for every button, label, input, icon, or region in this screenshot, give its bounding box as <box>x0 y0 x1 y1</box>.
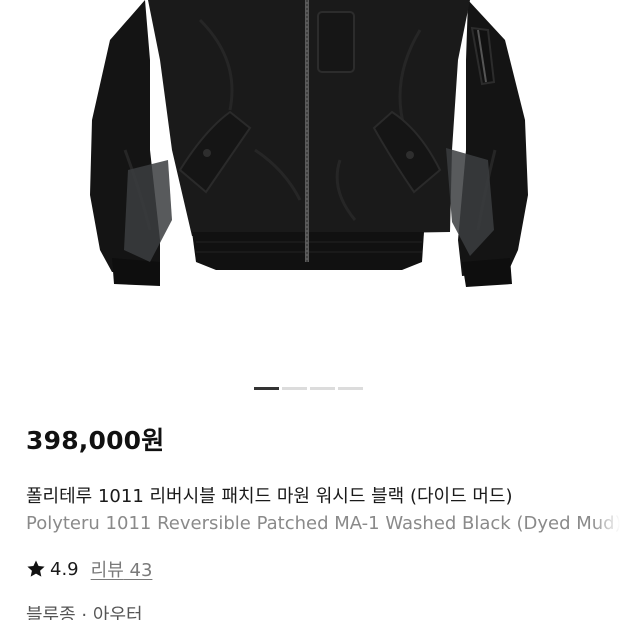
carousel-dot-3[interactable] <box>310 387 335 390</box>
review-link[interactable]: 리뷰 43 <box>91 556 153 582</box>
rating-value: 4.9 <box>50 558 79 580</box>
review-count: 43 <box>129 560 153 581</box>
carousel-indicator[interactable] <box>254 387 363 390</box>
jacket-illustration <box>90 0 528 287</box>
carousel-dot-4[interactable] <box>338 387 363 390</box>
product-name-korean: 폴리테루 1011 리버시블 패치드 마원 워시드 블랙 (다이드 머드) <box>26 486 513 507</box>
star-icon <box>27 560 45 577</box>
category-breadcrumb: 블루종 · 아우터 <box>26 601 143 620</box>
category-separator: · <box>81 605 88 620</box>
review-label: 리뷰 <box>90 560 124 581</box>
carousel-dot-1[interactable] <box>254 387 279 390</box>
product-image[interactable] <box>0 0 620 375</box>
text-fade-overlay <box>592 478 620 542</box>
category-primary[interactable]: 블루종 <box>26 605 76 620</box>
carousel-dot-2[interactable] <box>282 387 307 390</box>
category-secondary[interactable]: 아우터 <box>93 605 143 620</box>
product-detail-page: 398,000원 폴리테루 1011 리버시블 패치드 마원 워시드 블랙 (다… <box>0 0 620 620</box>
rating-row: 4.9 리뷰 43 <box>26 556 152 582</box>
product-name-english: Polyteru 1011 Reversible Patched MA-1 Wa… <box>26 513 620 534</box>
product-price: 398,000원 <box>26 426 165 455</box>
